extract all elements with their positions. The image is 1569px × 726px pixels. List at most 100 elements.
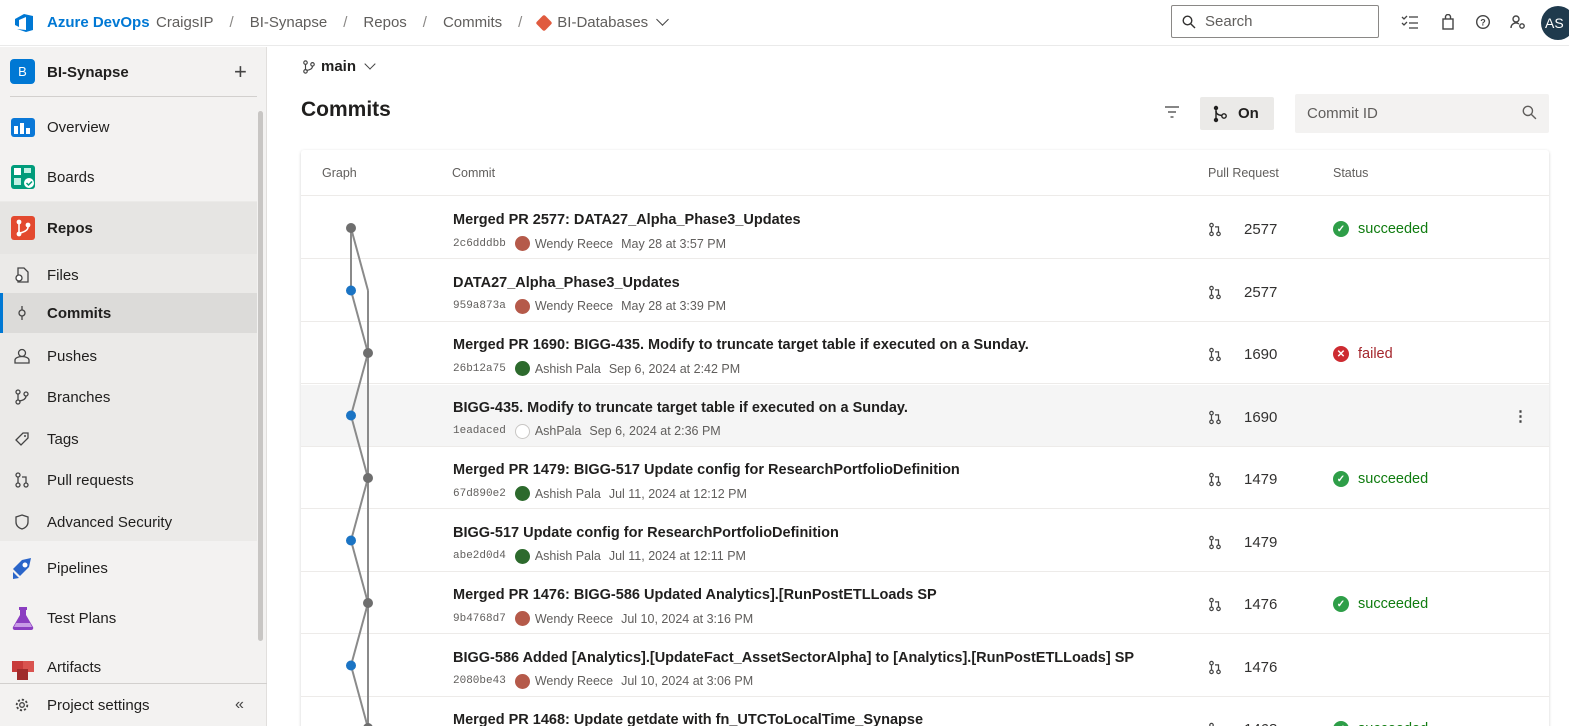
files-icon xyxy=(14,267,30,283)
graph-icon xyxy=(1213,105,1227,122)
pull-request-link[interactable]: 1476 xyxy=(1208,596,1277,613)
pull-request-icon xyxy=(1208,722,1233,726)
filter-icon[interactable] xyxy=(1163,104,1181,120)
branch-selector[interactable]: main xyxy=(302,58,376,75)
search-input[interactable] xyxy=(1205,13,1365,30)
sidebar-item-tags[interactable]: Tags xyxy=(0,419,257,459)
pull-request-icon xyxy=(1208,347,1233,362)
commit-message[interactable]: BIGG-586 Added [Analytics].[UpdateFact_A… xyxy=(453,650,1134,666)
pull-request-link[interactable]: 1468 xyxy=(1208,721,1277,726)
table-row[interactable]: Merged PR 1468: Update getdate with fn_U… xyxy=(301,697,1549,726)
graph-commit-node[interactable] xyxy=(346,660,356,671)
pull-request-link[interactable]: 2577 xyxy=(1208,221,1277,238)
graph-merge-node[interactable] xyxy=(363,598,373,608)
work-items-list-icon[interactable] xyxy=(1400,12,1420,32)
commit-message[interactable]: BIGG-517 Update config for ResearchPortf… xyxy=(453,525,839,541)
commit-message[interactable]: Merged PR 1468: Update getdate with fn_U… xyxy=(453,712,923,726)
commit-message[interactable]: BIGG-435. Modify to truncate target tabl… xyxy=(453,400,908,416)
sidebar-item-commits[interactable]: Commits xyxy=(0,293,257,333)
status-text: failed xyxy=(1358,346,1393,362)
sidebar-item-label: Boards xyxy=(47,168,95,186)
marketplace-bag-icon[interactable] xyxy=(1438,12,1458,32)
sidebar-item-advanced-security[interactable]: Advanced Security xyxy=(0,502,257,542)
sidebar-item-boards[interactable]: Boards xyxy=(0,155,257,199)
graph-commit-node[interactable] xyxy=(346,285,356,296)
commit-hash[interactable]: abe2d0d4 xyxy=(453,550,506,562)
commit-message[interactable]: Merged PR 2577: DATA27_Alpha_Phase3_Upda… xyxy=(453,212,801,228)
pull-request-link[interactable]: 1690 xyxy=(1208,409,1277,426)
table-row[interactable]: Merged PR 1479: BIGG-517 Update config f… xyxy=(301,447,1549,509)
commit-hash[interactable]: 26b12a75 xyxy=(453,363,506,375)
table-row[interactable]: DATA27_Alpha_Phase3_Updates 959a873a Wendy… xyxy=(301,260,1549,322)
sidebar-scrollbar[interactable] xyxy=(258,111,263,641)
commit-id-input[interactable] xyxy=(1307,105,1507,122)
more-options-icon[interactable]: ⋮ xyxy=(1513,407,1528,425)
breadcrumb-project[interactable]: BI-Synapse xyxy=(250,14,328,31)
graph-commit-node[interactable] xyxy=(346,535,356,546)
commit-message[interactable]: Merged PR 1690: BIGG-435. Modify to trun… xyxy=(453,337,1029,353)
svg-text:?: ? xyxy=(1480,18,1486,28)
commit-date: May 28 at 3:39 PM xyxy=(621,299,727,313)
user-settings-icon[interactable] xyxy=(1508,12,1528,32)
sidebar-item-branches[interactable]: Branches xyxy=(0,377,257,417)
breadcrumb-commits[interactable]: Commits xyxy=(443,14,502,31)
graph-merge-node[interactable] xyxy=(363,348,373,358)
status-badge[interactable]: ✓ succeeded xyxy=(1333,596,1428,612)
commit-hash[interactable]: 959a873a xyxy=(453,300,506,312)
graph-merge-node[interactable] xyxy=(363,473,373,483)
pull-request-link[interactable]: 1479 xyxy=(1208,471,1277,488)
project-settings-label: Project settings xyxy=(47,697,150,714)
pull-request-link[interactable]: 1690 xyxy=(1208,346,1277,363)
project-header[interactable]: B BI-Synapse + xyxy=(0,47,267,97)
azure-devops-logo-icon[interactable] xyxy=(12,11,36,35)
commit-hash[interactable]: 67d890e2 xyxy=(453,488,506,500)
sidebar-item-overview[interactable]: Overview xyxy=(0,105,257,149)
graph-merge-node[interactable] xyxy=(346,223,356,233)
commit-hash[interactable]: 9b4768d7 xyxy=(453,613,506,625)
show-graph-toggle[interactable]: On xyxy=(1200,97,1274,130)
pull-request-link[interactable]: 1476 xyxy=(1208,659,1277,676)
graph-commit-node[interactable] xyxy=(346,410,356,421)
help-icon[interactable]: ? xyxy=(1473,12,1493,32)
sidebar-item-repos[interactable]: Repos xyxy=(0,202,257,254)
commit-message[interactable]: Merged PR 1476: BIGG-586 Updated Analyti… xyxy=(453,587,937,603)
table-row[interactable]: Merged PR 1690: BIGG-435. Modify to trun… xyxy=(301,322,1549,384)
commit-message[interactable]: Merged PR 1479: BIGG-517 Update config f… xyxy=(453,462,960,478)
sidebar-item-artifacts[interactable]: Artifacts xyxy=(0,646,257,684)
sidebar-item-test-plans[interactable]: Test Plans xyxy=(0,596,257,640)
add-icon[interactable]: + xyxy=(234,59,247,85)
commit-id-search[interactable] xyxy=(1295,94,1549,133)
status-badge[interactable]: ✓ succeeded xyxy=(1333,721,1428,726)
commit-hash[interactable]: 2080be43 xyxy=(453,675,506,687)
breadcrumb-org[interactable]: CraigsIP xyxy=(156,14,214,31)
sidebar-item-pipelines[interactable]: Pipelines xyxy=(0,546,257,590)
breadcrumb-repos[interactable]: Repos xyxy=(363,14,406,31)
pull-request-link[interactable]: 2577 xyxy=(1208,284,1277,301)
commit-hash[interactable]: 2c6dddbb xyxy=(453,238,506,250)
table-row[interactable]: BIGG-586 Added [Analytics].[UpdateFact_A… xyxy=(301,635,1549,697)
commit-hash[interactable]: 1eadaced xyxy=(453,425,506,437)
sidebar-item-files[interactable]: Files xyxy=(0,255,257,295)
commit-message[interactable]: DATA27_Alpha_Phase3_Updates xyxy=(453,275,680,291)
search-box[interactable] xyxy=(1171,5,1379,38)
table-row[interactable]: Merged PR 2577: DATA27_Alpha_Phase3_Upda… xyxy=(301,197,1549,259)
project-settings-button[interactable]: Project settings xyxy=(0,684,257,726)
table-row[interactable]: Merged PR 1476: BIGG-586 Updated Analyti… xyxy=(301,572,1549,634)
table-row[interactable]: BIGG-435. Modify to truncate target tabl… xyxy=(301,384,1549,447)
table-row[interactable]: BIGG-517 Update config for ResearchPortf… xyxy=(301,510,1549,572)
user-avatar[interactable]: AS xyxy=(1541,6,1569,40)
pull-request-link[interactable]: 1479 xyxy=(1208,534,1277,551)
sidebar-item-pull-requests[interactable]: Pull requests xyxy=(0,460,257,500)
git-repo-icon xyxy=(535,14,553,31)
shield-icon xyxy=(14,514,30,530)
column-header-status: Status xyxy=(1333,166,1369,180)
sidebar-item-pushes[interactable]: Pushes xyxy=(0,336,257,376)
collapse-sidebar-icon[interactable]: « xyxy=(235,696,244,714)
pull-request-number: 1690 xyxy=(1244,346,1278,363)
brand-name[interactable]: Azure DevOps xyxy=(47,14,150,31)
status-badge[interactable]: ✓ succeeded xyxy=(1333,221,1428,237)
status-badge[interactable]: ✕ failed xyxy=(1333,346,1393,362)
repo-selector[interactable]: BI-Databases xyxy=(535,13,670,31)
status-badge[interactable]: ✓ succeeded xyxy=(1333,471,1428,487)
sidebar-item-label: Repos xyxy=(47,219,93,237)
